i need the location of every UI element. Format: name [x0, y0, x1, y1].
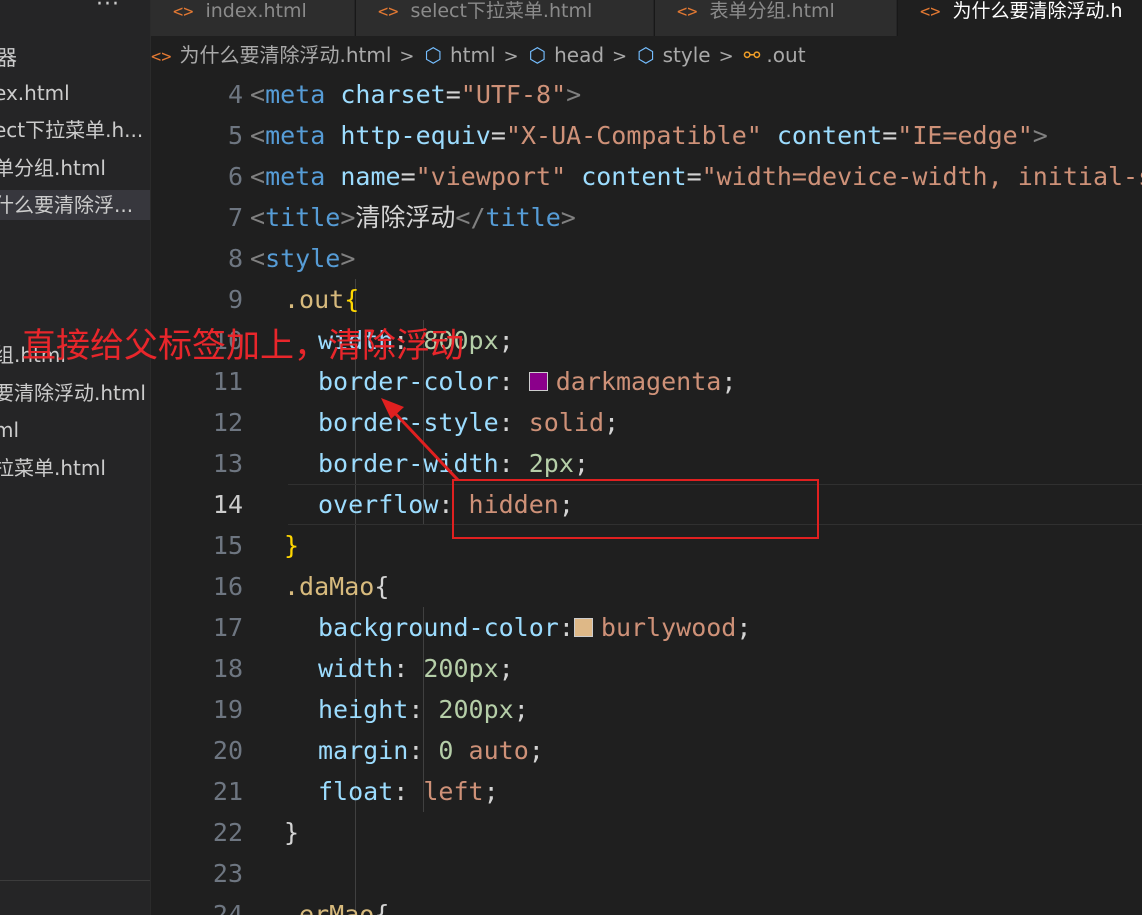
annotation-arrow	[381, 398, 460, 482]
annotation-text: 直接给父标签加上，清除浮动	[22, 326, 464, 366]
